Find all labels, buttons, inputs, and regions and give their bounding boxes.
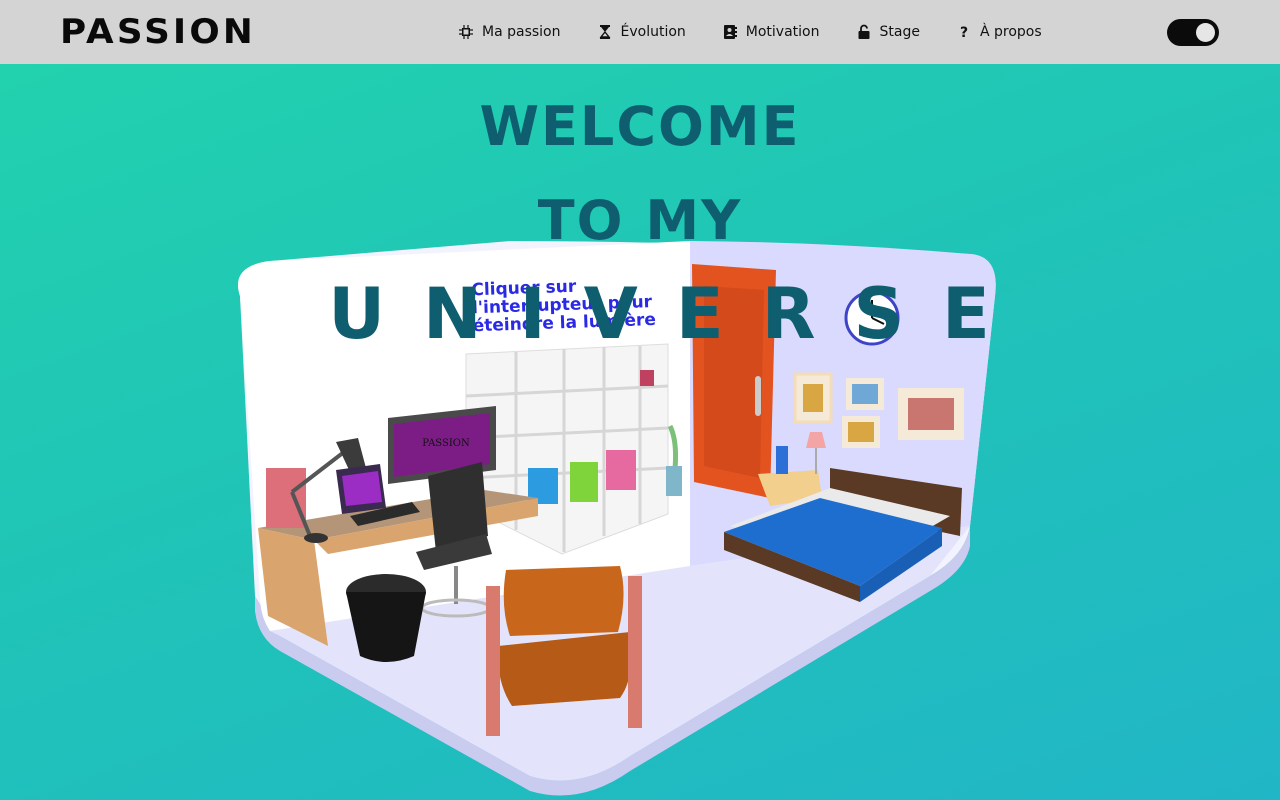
chip-icon <box>458 24 474 40</box>
nav-label: Stage <box>879 24 920 40</box>
hero-title-line-1: WELCOME <box>479 95 801 158</box>
nav-item-evolution[interactable]: Évolution <box>597 24 686 40</box>
nav-label: Évolution <box>620 24 686 40</box>
nav-item-a-propos[interactable]: ? À propos <box>956 24 1042 40</box>
question-icon: ? <box>956 24 972 40</box>
lock-open-icon <box>856 24 872 40</box>
top-navbar: PASSION Ma passion Évolution Motivation … <box>0 0 1280 64</box>
nav-label: À propos <box>979 24 1042 40</box>
contact-book-icon <box>722 24 738 40</box>
nav-label: Motivation <box>745 24 820 40</box>
hero-title-line-3: UNIVERSE <box>328 273 1028 355</box>
monitor-logo: PASSION <box>422 438 470 449</box>
theme-toggle[interactable] <box>1167 19 1219 46</box>
main-nav: Ma passion Évolution Motivation Stage ? … <box>458 0 1078 64</box>
nav-item-ma-passion[interactable]: Ma passion <box>458 24 561 40</box>
nav-label: Ma passion <box>482 24 561 40</box>
toggle-knob <box>1196 23 1215 42</box>
site-logo[interactable]: PASSION <box>60 14 256 50</box>
nav-item-motivation[interactable]: Motivation <box>722 24 820 40</box>
svg-text:?: ? <box>960 25 968 40</box>
hourglass-icon <box>597 24 613 40</box>
nav-item-stage[interactable]: Stage <box>856 24 920 40</box>
